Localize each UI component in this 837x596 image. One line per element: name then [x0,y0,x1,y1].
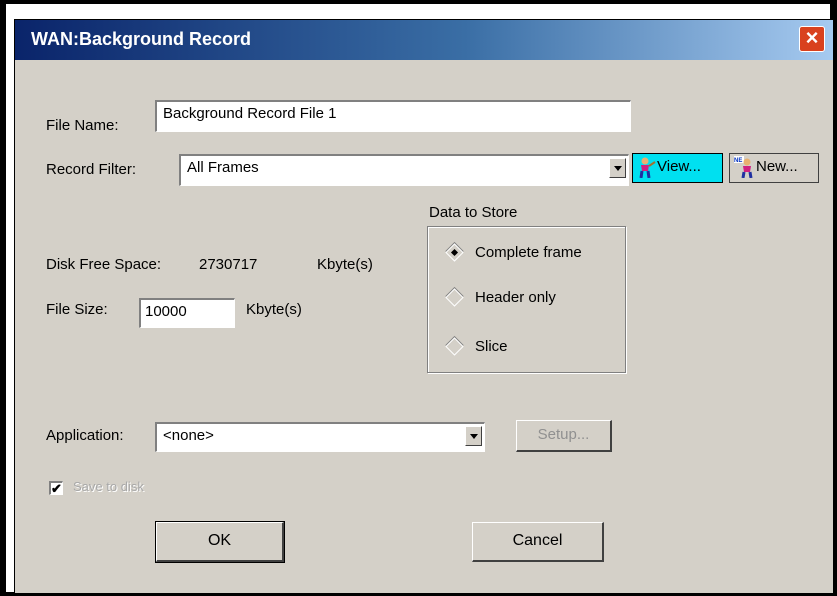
close-icon[interactable]: × [799,26,825,52]
chevron-down-icon[interactable] [609,158,626,178]
dialog-window: WAN:Background Record × File Name: Backg… [14,19,834,594]
new-button-label: New... [756,157,798,175]
application-label: Application: [46,427,124,444]
view-button-label: View... [657,157,701,175]
chevron-down-icon[interactable] [465,426,482,446]
radio-complete-frame[interactable]: Complete frame [445,243,582,262]
radio-complete-frame-label: Complete frame [475,244,582,261]
file-size-label: File Size: [46,301,108,318]
radio-header-only-label: Header only [475,289,556,306]
save-to-disk-label: Save to disk [73,479,144,494]
data-to-store-title: Data to Store [429,204,518,221]
record-filter-value: All Frames [187,159,259,176]
radio-slice[interactable]: Slice [445,337,508,356]
disk-free-space-unit: Kbyte(s) [317,256,373,273]
new-filter-button[interactable]: NE New... [729,153,819,183]
title-bar[interactable]: WAN:Background Record × [15,20,833,60]
disk-free-space-value: 2730717 [199,256,258,273]
setup-button[interactable]: Setup... [516,420,612,452]
radio-unselected-icon [445,288,464,307]
file-size-input[interactable]: 10000 [139,298,235,328]
svg-text:NE: NE [734,158,742,164]
cancel-button[interactable]: Cancel [472,522,604,562]
file-name-label: File Name: [46,117,119,134]
radio-slice-label: Slice [475,338,508,355]
person-icon [639,157,656,179]
radio-header-only[interactable]: Header only [445,288,556,307]
new-person-icon: NE [734,156,753,179]
radio-unselected-icon [445,337,464,356]
application-select[interactable]: <none> [155,422,485,452]
disk-free-space-label: Disk Free Space: [46,256,162,273]
file-name-input[interactable]: Background Record File 1 [155,100,631,132]
window-title: WAN:Background Record [31,29,252,49]
application-value: <none> [163,427,214,444]
ok-button[interactable]: OK [155,521,285,563]
record-filter-label: Record Filter: [46,161,137,178]
view-filter-button[interactable]: View... [632,153,723,183]
radio-selected-icon [445,243,464,262]
file-size-unit: Kbyte(s) [246,301,302,318]
save-to-disk-checkbox[interactable]: ✔ [49,481,63,495]
record-filter-select[interactable]: All Frames [179,154,629,186]
